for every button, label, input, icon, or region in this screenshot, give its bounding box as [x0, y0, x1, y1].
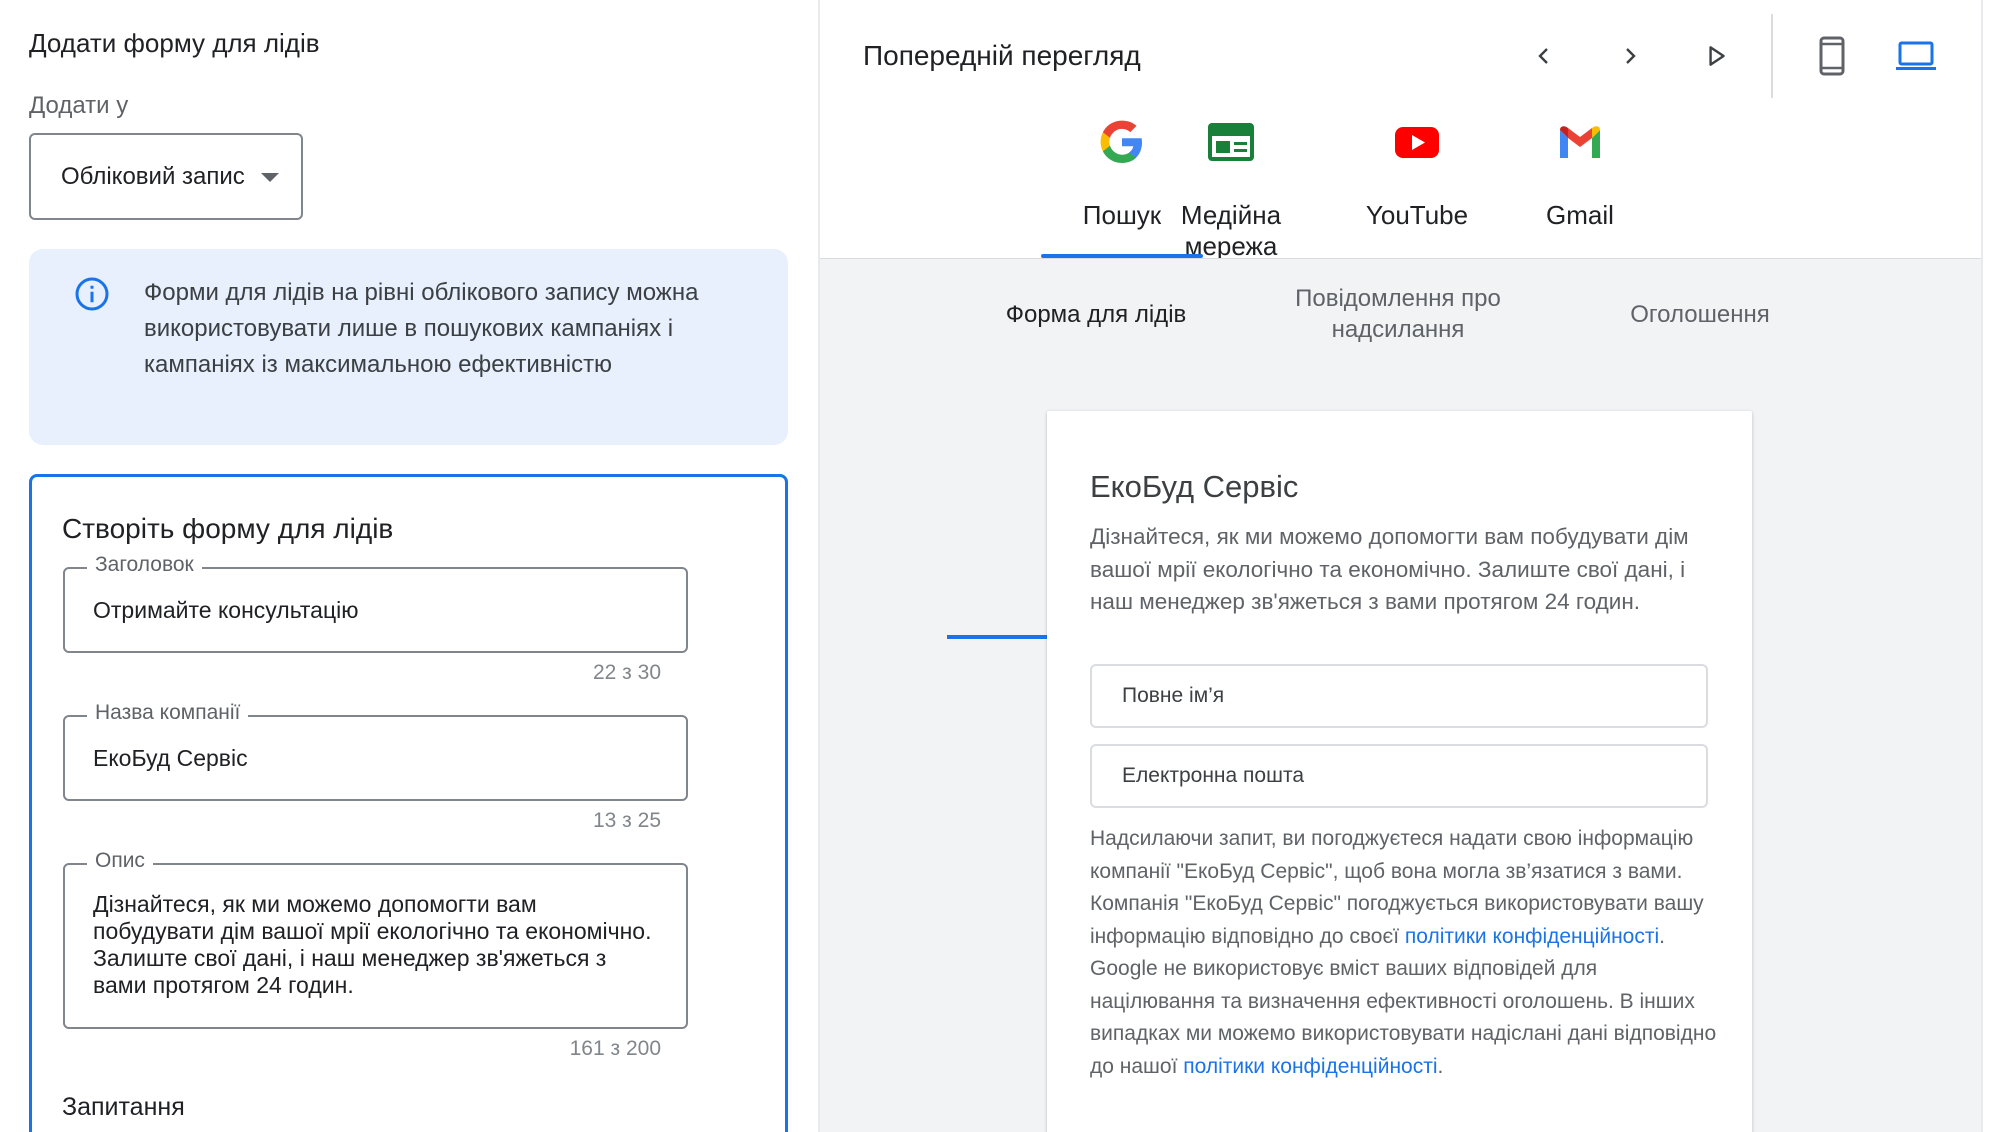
preview-canvas: Форма для лідів Повідомлення про надсила…: [820, 258, 1981, 1132]
channel-tab-gmail[interactable]: Gmail: [1490, 108, 1670, 258]
form-preview-title: ЕкоБуд Сервіс: [1090, 469, 1299, 504]
create-form-title: Створіть форму для лідів: [62, 513, 394, 544]
channel-tab-display[interactable]: Медійна мережа: [1131, 108, 1331, 261]
next-button[interactable]: [1612, 38, 1648, 74]
account-select-value: Обліковий запис: [61, 162, 245, 190]
chevron-left-icon: [1538, 48, 1548, 64]
dropdown-caret-icon: [260, 173, 279, 182]
laptop-icon: [1896, 41, 1936, 70]
consent-text: Надсилаючи запит, ви погоджуєтеся надати…: [1090, 823, 1720, 1083]
toolbar-divider: [1771, 14, 1773, 98]
subtab-submission-message[interactable]: Повідомлення про надсилання: [1247, 283, 1549, 345]
info-icon: [75, 277, 109, 311]
preview-panel: Попередній перегляд Пошук Медійна мережа…: [818, 0, 1999, 1132]
page-title: Додати форму для лідів: [29, 28, 320, 58]
desktop-view-button[interactable]: [1894, 38, 1938, 74]
preview-right-edge: [1981, 0, 1983, 1132]
create-form-card: Створіть форму для лідів Заголовок Отрим…: [29, 474, 788, 1132]
lead-form-preview-card: ЕкоБуд Сервіс Дізнайтеся, як ми можемо д…: [1047, 411, 1752, 1132]
privacy-policy-link-google[interactable]: політики конфіденційності: [1183, 1055, 1437, 1078]
display-network-icon: [1208, 123, 1254, 161]
info-banner: Форми для лідів на рівні облікового запи…: [29, 249, 788, 445]
editor-panel: Додати форму для лідів Додати у Облікови…: [0, 0, 818, 1132]
form-preview-description: Дізнайтеся, як ми можемо допомогти вам п…: [1090, 524, 1689, 614]
consent-text-part-3: .: [1437, 1054, 1444, 1078]
account-level-select[interactable]: Обліковий запис: [29, 133, 303, 220]
description-counter: 161 з 200: [569, 1037, 661, 1060]
previous-button[interactable]: [1526, 38, 1562, 74]
company-name-field-label: Назва компанії: [87, 701, 249, 725]
gmail-icon: [1560, 126, 1600, 158]
chevron-right-icon: [1626, 48, 1636, 64]
play-button[interactable]: [1698, 38, 1734, 74]
headline-field-label: Заголовок: [87, 553, 202, 577]
channel-tab-youtube[interactable]: YouTube: [1327, 108, 1507, 258]
description-field-value: Дізнайтеся, як ми можемо допомогти вам п…: [93, 891, 652, 998]
channel-label-gmail: Gmail: [1546, 200, 1614, 230]
full-name-input[interactable]: Повне ім’я: [1090, 664, 1708, 728]
company-name-field[interactable]: Назва компанії ЕкоБуд Сервіс: [63, 701, 688, 801]
info-text: Форми для лідів на рівні облікового запи…: [144, 279, 699, 378]
subtab-lead-form[interactable]: Форма для лідів: [945, 301, 1247, 329]
preview-title: Попередній перегляд: [863, 40, 1141, 71]
questions-title: Запитання: [62, 1093, 185, 1121]
mobile-view-button[interactable]: [1812, 34, 1852, 78]
description-field[interactable]: Опис Дізнайтеся, як ми можемо допомогти …: [63, 849, 688, 1029]
headline-field-value: Отримайте консультацію: [93, 597, 359, 623]
play-icon: [1709, 46, 1725, 66]
company-name-field-value: ЕкоБуд Сервіс: [93, 745, 248, 771]
company-name-counter: 13 з 25: [592, 809, 661, 832]
description-field-label: Опис: [87, 849, 153, 873]
youtube-icon: [1395, 127, 1439, 158]
headline-field[interactable]: Заголовок Отримайте консультацію: [63, 553, 688, 653]
subtab-ad[interactable]: Оголошення: [1549, 301, 1851, 329]
channel-label-display: Медійна мережа: [1180, 200, 1282, 261]
headline-counter: 22 з 30: [592, 661, 661, 684]
privacy-policy-link-company[interactable]: політики конфіденційності: [1405, 925, 1659, 948]
channel-label-youtube: YouTube: [1365, 200, 1469, 230]
phone-icon: [1819, 36, 1845, 76]
add-to-label: Додати у: [29, 92, 129, 119]
email-input[interactable]: Електронна пошта: [1090, 744, 1708, 808]
